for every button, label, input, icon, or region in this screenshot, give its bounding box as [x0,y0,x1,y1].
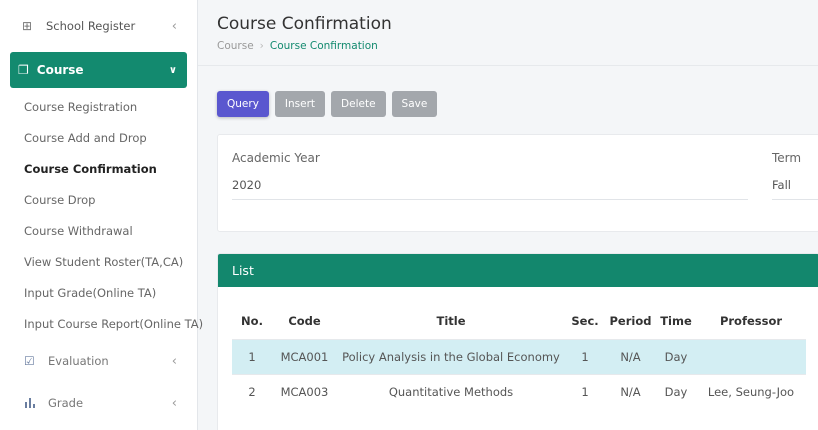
sidebar-item-course-registration[interactable]: Course Registration [0,92,197,123]
table-header-row: No. Code Title Sec. Period Time Professo… [232,303,806,340]
cell-period: N/A [605,374,656,409]
cell-title: Quantitative Methods [337,374,565,409]
toolbar: Query Insert Delete Save [217,91,438,117]
breadcrumb-separator-icon: › [259,40,264,52]
sidebar-item-label: Evaluation [48,354,109,368]
sidebar-item-evaluation[interactable]: ☑ Evaluation ‹ [0,340,197,382]
breadcrumb: Course › Course Confirmation [217,40,378,52]
column-header-time[interactable]: Time [656,303,696,340]
course-submenu: Course Registration Course Add and Drop … [0,92,203,340]
page-title: Course Confirmation [217,14,392,34]
term-field[interactable]: Fall [772,178,791,192]
list-title: List [218,254,818,287]
stacked-copy-icon: ❐ [18,63,29,77]
column-header-professor[interactable]: Professor [696,303,806,340]
sidebar-item-input-grade[interactable]: Input Grade(Online TA) [0,278,197,309]
insert-button[interactable]: Insert [274,91,326,117]
chevron-left-icon: ‹ [171,18,177,34]
cell-no: 1 [232,339,272,375]
chevron-down-icon: ∨ [168,64,177,76]
academic-year-label: Academic Year [232,151,320,165]
main-content: Course Confirmation Course › Course Confir… [198,0,818,430]
chevron-left-icon: ‹ [171,353,177,369]
list-panel: List No. Code Title Sec. Period Time Pro… [217,253,818,430]
academic-year-underline [232,199,748,200]
academic-year-field[interactable]: 2020 [232,178,261,192]
filter-panel: Academic Year 2020 Term Fall [217,134,818,232]
sidebar-item-label: Course [36,63,84,77]
breadcrumb-course[interactable]: Course [217,40,254,52]
sidebar-item-label: Grade [48,396,84,410]
course-table: No. Code Title Sec. Period Time Professo… [232,303,806,409]
save-button[interactable]: Save [391,91,438,117]
chevron-left-icon: ‹ [171,395,177,411]
column-header-sec[interactable]: Sec. [565,303,605,340]
sidebar-item-course[interactable]: ❐ Course ∨ [10,52,187,88]
table-row[interactable]: 1 MCA001 Policy Analysis in the Global E… [232,339,806,375]
bar-chart-icon [24,396,38,411]
cell-professor: Lee, Seung-Joo [696,374,806,409]
cell-sec: 1 [565,339,605,375]
term-underline [772,199,818,200]
table-row[interactable]: 2 MCA003 Quantitative Methods 1 N/A Day … [232,374,806,409]
check-box-icon: ☑ [24,354,35,368]
grid-table-icon: ⊞ [22,19,33,33]
column-header-title[interactable]: Title [337,303,565,340]
cell-code: MCA001 [272,339,337,375]
sidebar-item-course-withdrawal[interactable]: Course Withdrawal [0,216,197,247]
column-header-period[interactable]: Period [605,303,656,340]
sidebar-item-view-student-roster[interactable]: View Student Roster(TA,CA) [0,247,197,278]
term-label: Term [772,151,802,165]
cell-no: 2 [232,374,272,409]
cell-time: Day [656,339,696,375]
sidebar-item-course-confirmation[interactable]: Course Confirmation [0,154,197,185]
query-button[interactable]: Query [217,91,269,117]
cell-period: N/A [605,339,656,375]
sidebar-item-input-course-report[interactable]: Input Course Report(Online TA) [0,309,203,340]
sidebar-item-course-drop[interactable]: Course Drop [0,185,197,216]
cell-title: Policy Analysis in the Global Economy [337,339,565,375]
sidebar-item-school-register[interactable]: ⊞ School Register ‹ [0,0,197,52]
column-header-no[interactable]: No. [232,303,272,340]
column-header-code[interactable]: Code [272,303,337,340]
cell-sec: 1 [565,374,605,409]
cell-professor [696,339,806,375]
sidebar-item-label: School Register [46,19,136,33]
cell-time: Day [656,374,696,409]
breadcrumb-current: Course Confirmation [269,40,378,52]
cell-code: MCA003 [272,374,337,409]
sidebar-item-course-add-and-drop[interactable]: Course Add and Drop [0,123,197,154]
delete-button[interactable]: Delete [331,91,386,117]
sidebar: ⊞ School Register ‹ ❐ Course ∨ Course Re… [0,0,203,430]
sidebar-item-grade[interactable]: Grade ‹ [0,382,197,424]
header-divider [198,65,818,66]
